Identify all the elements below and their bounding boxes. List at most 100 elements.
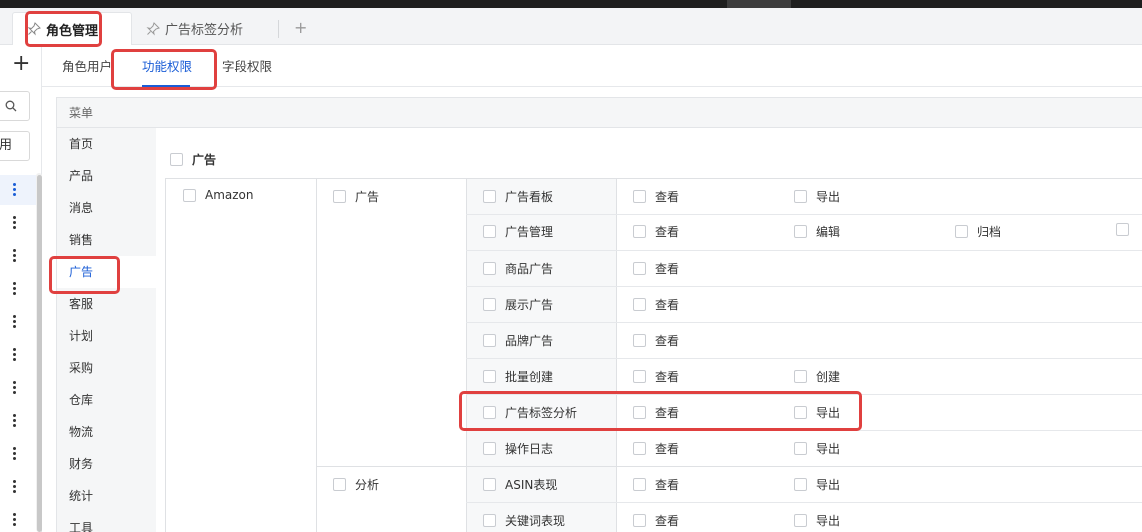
more-icon[interactable]: [10, 249, 18, 263]
checkbox[interactable]: [483, 334, 496, 347]
checkbox[interactable]: [483, 190, 496, 203]
row-asin-performance[interactable]: ASIN表现: [483, 476, 557, 493]
perm-export[interactable]: 导出: [794, 440, 840, 457]
perm-export[interactable]: 导出: [794, 512, 840, 529]
window-top-bar: [0, 0, 1142, 8]
checkbox[interactable]: [483, 262, 496, 275]
checkbox[interactable]: [794, 514, 807, 527]
checkbox[interactable]: [794, 370, 807, 383]
section-ads-checkbox[interactable]: 广告: [170, 151, 216, 168]
perm-view[interactable]: 查看: [633, 368, 679, 385]
checkbox[interactable]: [794, 225, 807, 238]
row-divider: [466, 358, 1142, 359]
role-row-selected[interactable]: [0, 175, 36, 205]
checkbox[interactable]: [333, 190, 346, 203]
row-keyword-performance[interactable]: 关键词表现: [483, 512, 565, 529]
more-icon[interactable]: [10, 447, 18, 461]
row-display-ads[interactable]: 展示广告: [483, 296, 553, 313]
checkbox[interactable]: [633, 442, 646, 455]
menu-item-product[interactable]: 产品: [57, 160, 156, 192]
add-tab-button[interactable]: +: [294, 18, 307, 37]
row-ad-dashboard[interactable]: 广告看板: [483, 188, 553, 205]
scrollbar-thumb[interactable]: [37, 175, 42, 532]
perm-edit[interactable]: 编辑: [794, 223, 840, 240]
checkbox[interactable]: [633, 370, 646, 383]
perm-more-checkbox[interactable]: [1116, 223, 1129, 236]
checkbox[interactable]: [483, 370, 496, 383]
platform-amazon[interactable]: Amazon: [183, 188, 254, 202]
checkbox[interactable]: [633, 298, 646, 311]
checkbox[interactable]: [794, 478, 807, 491]
checkbox[interactable]: [483, 225, 496, 238]
search-input[interactable]: [0, 91, 30, 121]
checkbox[interactable]: [633, 190, 646, 203]
checkbox[interactable]: [633, 334, 646, 347]
role-list-panel: + 用: [0, 45, 42, 532]
row-bulk-create[interactable]: 批量创建: [483, 368, 553, 385]
status-select[interactable]: 用: [0, 131, 30, 161]
menu-item-finance[interactable]: 财务: [57, 448, 156, 480]
search-icon: [5, 100, 17, 112]
perm-archive[interactable]: 归档: [955, 223, 1001, 240]
checkbox[interactable]: [183, 188, 196, 202]
pin-icon[interactable]: [146, 21, 160, 36]
checkbox[interactable]: [483, 298, 496, 311]
menu-item-message[interactable]: 消息: [57, 192, 156, 224]
checkbox[interactable]: [794, 442, 807, 455]
checkbox[interactable]: [633, 225, 646, 238]
menu-item-sales[interactable]: 销售: [57, 224, 156, 256]
group-analysis[interactable]: 分析: [333, 476, 379, 493]
more-icon[interactable]: [10, 480, 18, 494]
highlight-box: [111, 49, 217, 90]
more-icon[interactable]: [10, 414, 18, 428]
perm-view[interactable]: 查看: [633, 223, 679, 240]
more-icon[interactable]: [10, 183, 18, 197]
menu-item-warehouse[interactable]: 仓库: [57, 384, 156, 416]
perm-create[interactable]: 创建: [794, 368, 840, 385]
row-brand-ads[interactable]: 品牌广告: [483, 332, 553, 349]
row-product-ads[interactable]: 商品广告: [483, 260, 553, 277]
checkbox[interactable]: [483, 442, 496, 455]
checkbox[interactable]: [333, 478, 346, 491]
section-title: 广告: [192, 153, 217, 167]
more-icon[interactable]: [10, 315, 18, 329]
checkbox[interactable]: [633, 262, 646, 275]
more-icon[interactable]: [10, 216, 18, 230]
more-icon[interactable]: [10, 282, 18, 296]
menu-item-home[interactable]: 首页: [57, 128, 156, 160]
perm-export[interactable]: 导出: [794, 476, 840, 493]
row-ad-management[interactable]: 广告管理: [483, 223, 553, 240]
menu-item-logistics[interactable]: 物流: [57, 416, 156, 448]
tab-ad-tag-analysis[interactable]: 广告标签分析: [146, 12, 276, 45]
checkbox[interactable]: [483, 478, 496, 491]
highlight-box: [49, 256, 120, 294]
subtab-role-users[interactable]: 角色用户: [62, 56, 112, 75]
menu-item-plan[interactable]: 计划: [57, 320, 156, 352]
checkbox[interactable]: [170, 153, 183, 166]
checkbox[interactable]: [483, 514, 496, 527]
checkbox[interactable]: [633, 478, 646, 491]
perm-view[interactable]: 查看: [633, 296, 679, 313]
perm-view[interactable]: 查看: [633, 440, 679, 457]
more-icon[interactable]: [10, 381, 18, 395]
group-ads[interactable]: 广告: [333, 188, 379, 205]
perm-view[interactable]: 查看: [633, 332, 679, 349]
perm-view[interactable]: 查看: [633, 476, 679, 493]
menu-item-statistics[interactable]: 统计: [57, 480, 156, 512]
checkbox[interactable]: [633, 514, 646, 527]
group-divider: [316, 466, 1142, 467]
menu-item-tools[interactable]: 工具: [57, 512, 156, 532]
add-role-button[interactable]: +: [12, 53, 30, 75]
perm-view[interactable]: 查看: [633, 512, 679, 529]
perm-view[interactable]: 查看: [633, 188, 679, 205]
row-operation-log[interactable]: 操作日志: [483, 440, 553, 457]
menu-item-purchase[interactable]: 采购: [57, 352, 156, 384]
more-icon[interactable]: [10, 513, 18, 527]
more-icon[interactable]: [10, 348, 18, 362]
perm-export[interactable]: 导出: [794, 188, 840, 205]
subtab-field-permissions[interactable]: 字段权限: [222, 56, 272, 75]
perm-view[interactable]: 查看: [633, 260, 679, 277]
checkbox[interactable]: [794, 190, 807, 203]
checkbox[interactable]: [955, 225, 968, 238]
checkbox[interactable]: [1116, 223, 1129, 236]
